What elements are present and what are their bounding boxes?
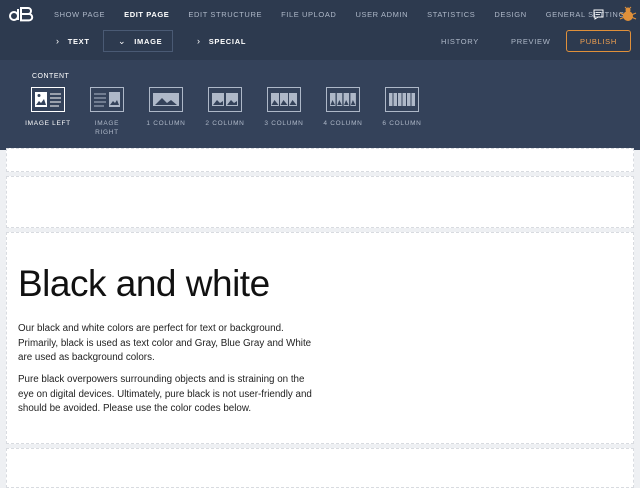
tool-4-column[interactable]: 4 COLUMN bbox=[313, 87, 373, 129]
chat-icon[interactable] bbox=[588, 0, 608, 28]
tool-image-left-label: IMAGE LEFT bbox=[25, 120, 71, 129]
publish-button[interactable]: PUBLISH bbox=[566, 30, 631, 52]
nav-edit-page[interactable]: EDIT PAGE bbox=[115, 10, 179, 19]
tool-image-left[interactable]: IMAGE LEFT bbox=[18, 87, 78, 129]
three-column-icon bbox=[267, 87, 301, 112]
chevron-right-icon: › bbox=[197, 36, 201, 46]
tool-3-column[interactable]: 3 COLUMN bbox=[254, 87, 314, 129]
section-heading[interactable]: Black and white bbox=[18, 263, 270, 305]
six-column-icon bbox=[385, 87, 419, 112]
nav-design[interactable]: DESIGN bbox=[485, 10, 536, 19]
tool-2-column-label: 2 COLUMN bbox=[205, 120, 244, 129]
tool-image-right-label: IMAGE RIGHT bbox=[95, 120, 119, 137]
content-block-next[interactable] bbox=[6, 448, 634, 488]
tool-1-column[interactable]: 1 COLUMN bbox=[136, 87, 196, 129]
nav-statistics[interactable]: STATISTICS bbox=[418, 10, 485, 19]
tab-image[interactable]: ⌄ IMAGE bbox=[103, 30, 173, 52]
top-icons bbox=[588, 0, 640, 28]
tool-6-column-label: 6 COLUMN bbox=[382, 120, 421, 129]
tool-4-column-label: 4 COLUMN bbox=[323, 120, 362, 129]
chevron-right-icon: › bbox=[56, 36, 60, 46]
content-block[interactable] bbox=[6, 148, 634, 172]
image-left-icon bbox=[31, 87, 65, 112]
two-column-icon bbox=[208, 87, 242, 112]
tool-2-column[interactable]: 2 COLUMN bbox=[195, 87, 255, 129]
top-bar: SHOW PAGE EDIT PAGE EDIT STRUCTURE FILE … bbox=[0, 0, 640, 28]
tab-text[interactable]: › TEXT bbox=[56, 30, 90, 52]
logo-icon[interactable] bbox=[0, 0, 45, 28]
nav-file-upload[interactable]: FILE UPLOAD bbox=[272, 10, 346, 19]
preview-button[interactable]: PREVIEW bbox=[511, 30, 551, 52]
image-right-icon bbox=[90, 87, 124, 112]
nav-show-page[interactable]: SHOW PAGE bbox=[45, 10, 115, 19]
four-column-icon bbox=[326, 87, 360, 112]
tool-3-column-label: 3 COLUMN bbox=[264, 120, 303, 129]
tool-1-column-label: 1 COLUMN bbox=[146, 120, 185, 129]
paragraph-2[interactable]: Pure black overpowers surrounding object… bbox=[18, 373, 318, 417]
editor-toolbar: › TEXT ⌄ IMAGE › SPECIAL HISTORY PREVIEW… bbox=[0, 28, 640, 60]
one-column-icon bbox=[149, 87, 183, 112]
paragraph-1[interactable]: Our black and white colors are perfect f… bbox=[18, 322, 318, 366]
tab-text-label: TEXT bbox=[68, 37, 90, 46]
tab-image-label: IMAGE bbox=[134, 37, 162, 46]
panel-label: CONTENT bbox=[32, 73, 69, 80]
tool-6-column[interactable]: 6 COLUMN bbox=[372, 87, 432, 129]
tool-image-right[interactable]: IMAGE RIGHT bbox=[77, 87, 137, 137]
content-block-empty[interactable] bbox=[6, 176, 634, 228]
nav-user-admin[interactable]: USER ADMIN bbox=[346, 10, 418, 19]
bug-report-icon[interactable] bbox=[616, 0, 640, 28]
main-nav: SHOW PAGE EDIT PAGE EDIT STRUCTURE FILE … bbox=[45, 0, 640, 28]
history-button[interactable]: HISTORY bbox=[441, 30, 479, 52]
page-canvas: Black and white Our black and white colo… bbox=[0, 150, 640, 470]
nav-edit-structure[interactable]: EDIT STRUCTURE bbox=[179, 10, 272, 19]
tab-special[interactable]: › SPECIAL bbox=[197, 30, 246, 52]
content-block-text[interactable]: Black and white Our black and white colo… bbox=[6, 232, 634, 444]
chevron-down-icon: ⌄ bbox=[118, 36, 126, 47]
content-tool-panel: CONTENT IMAGE LEFT IMAGE RIGHT bbox=[0, 60, 640, 150]
tab-special-label: SPECIAL bbox=[209, 37, 246, 46]
